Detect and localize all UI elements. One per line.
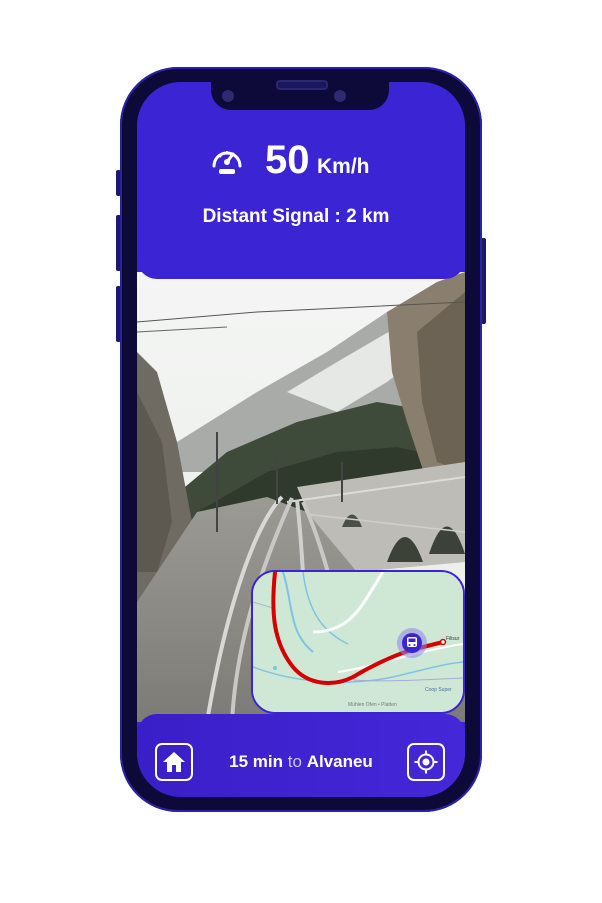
app-screen: 50 Km/h Distant Signal : 2 km Filisur Co… [137, 82, 465, 797]
distant-signal-text: Distant Signal : 2 km [202, 206, 390, 227]
phone-speaker [276, 80, 328, 90]
status-header: 50 Km/h Distant Signal : 2 km [137, 82, 465, 279]
map-canvas: Filisur Coop Super Mühlen Ofen • Platten [253, 572, 463, 712]
front-camera [222, 90, 234, 102]
speed-unit: Km/h [317, 155, 370, 178]
map-label-poi: Coop Super [425, 687, 452, 693]
locate-button[interactable] [407, 743, 445, 781]
map-label-station: Filisur [446, 636, 460, 642]
map-label-bottom: Mühlen Ofen • Platten [348, 702, 397, 708]
speedometer-icon [212, 151, 242, 174]
eta-connector: to [287, 752, 302, 771]
front-sensor [334, 90, 346, 102]
eta-destination: Alvaneu [306, 752, 373, 771]
locate-icon [414, 750, 438, 774]
route-map[interactable]: Filisur Coop Super Mühlen Ofen • Platten [251, 570, 465, 714]
bottom-bar: 15 min to Alvaneu [137, 714, 465, 797]
eta-duration: 15 min [229, 752, 284, 771]
train-icon [407, 637, 417, 647]
speed-value: 50 [265, 138, 310, 182]
